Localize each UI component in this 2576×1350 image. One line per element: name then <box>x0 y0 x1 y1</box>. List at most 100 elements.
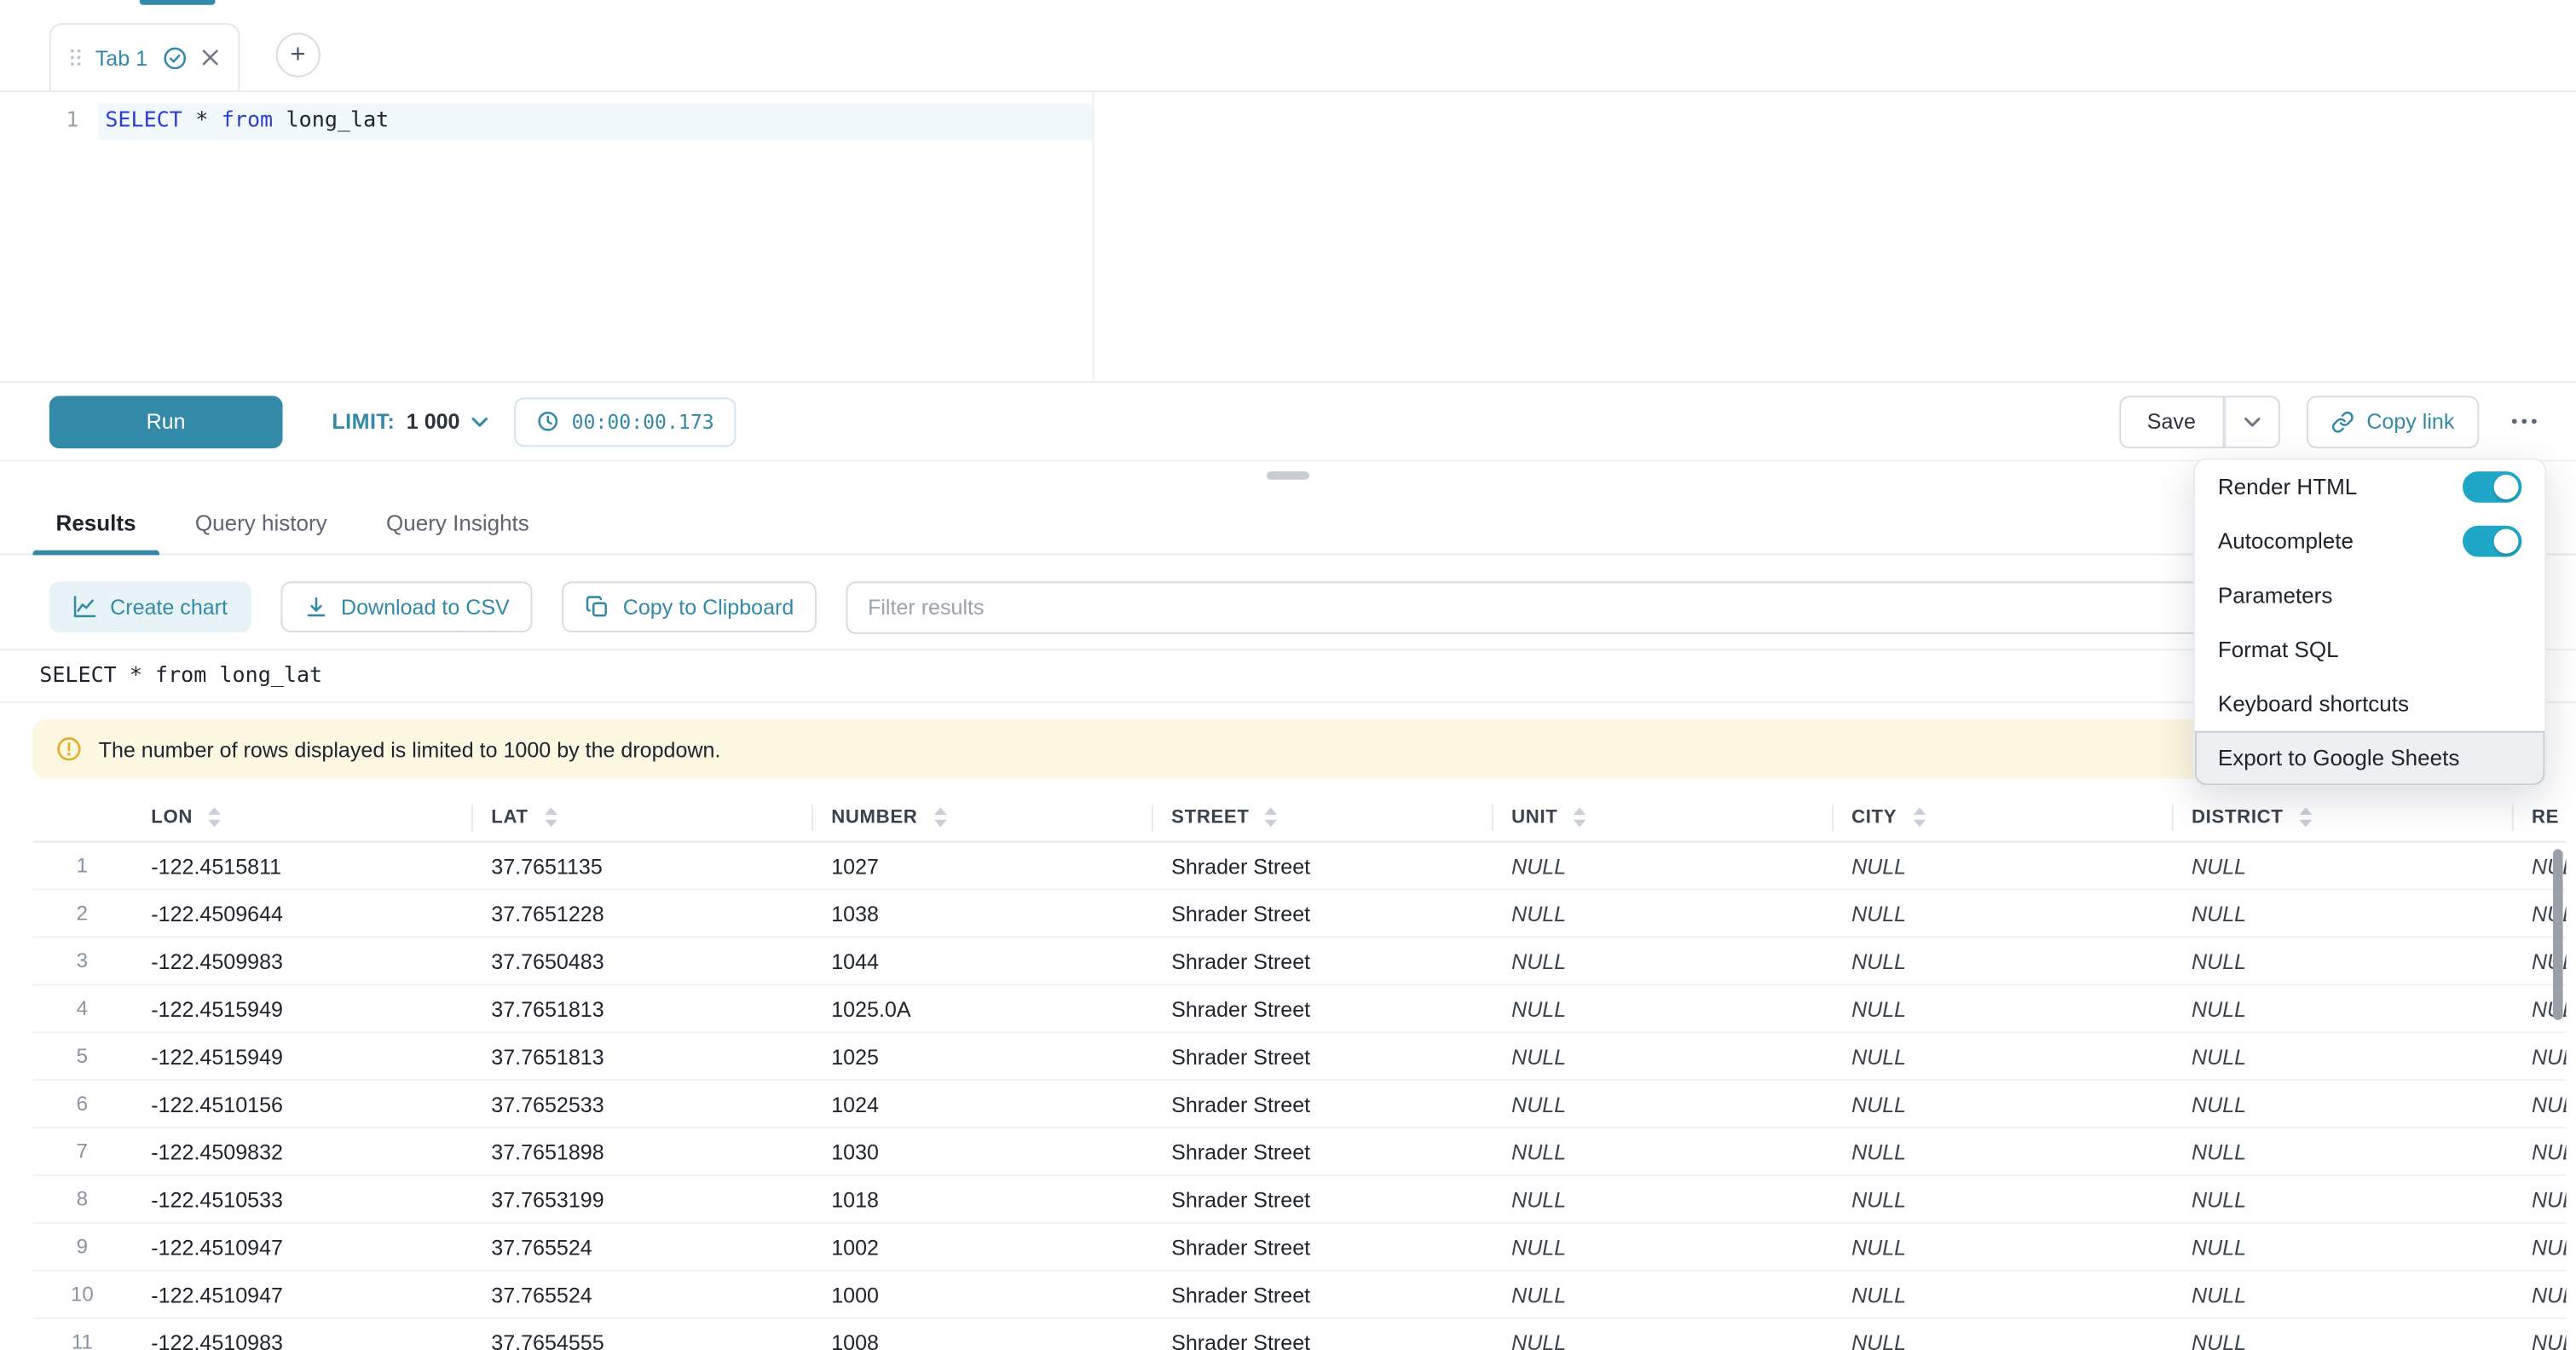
column-header-district[interactable]: DISTRICT <box>2172 793 2512 841</box>
table-row[interactable]: 1-122.451581137.76511351027Shrader Stree… <box>33 843 2567 891</box>
column-header-number[interactable]: NUMBER <box>811 793 1152 841</box>
menu-item-label: Format SQL <box>2218 638 2339 662</box>
add-tab-button[interactable]: + <box>275 33 320 78</box>
toggle-switch-on[interactable] <box>2463 526 2521 557</box>
row-number: 3 <box>33 949 132 972</box>
column-header-lon[interactable]: LON <box>131 793 471 841</box>
menu-item-render-html[interactable]: Render HTML <box>2195 460 2545 515</box>
options-menu: Render HTML Autocomplete Parameters Format … <box>2193 459 2546 787</box>
table-cell: 37.7654555 <box>471 1330 811 1350</box>
menu-item-label: Parameters <box>2218 583 2332 608</box>
column-header-unit[interactable]: UNIT <box>1492 793 1832 841</box>
query-toolbar: Run LIMIT: 1 000 00:00:00.173 Save <box>0 383 2576 462</box>
column-label: LAT <box>491 807 528 827</box>
table-row[interactable]: 10-122.451094737.7655241000Shrader Stree… <box>33 1272 2567 1319</box>
tab-query-insights[interactable]: Query Insights <box>363 491 552 553</box>
column-label: DISTRICT <box>2192 807 2284 827</box>
table-cell: NULL <box>1492 853 1832 878</box>
sql-code-editor[interactable]: 1 SELECT * from long_lat <box>0 92 2576 383</box>
column-header-street[interactable]: STREET <box>1152 793 1492 841</box>
table-cell: NULL <box>2512 1330 2567 1350</box>
create-chart-button[interactable]: Create chart <box>49 581 251 632</box>
menu-item-format-sql[interactable]: Format SQL <box>2195 622 2545 677</box>
table-cell: -122.4515949 <box>131 1044 471 1069</box>
column-header-lat[interactable]: LAT <box>471 793 811 841</box>
table-cell: NULL <box>1832 949 2172 973</box>
table-cell: NULL <box>1832 1139 2172 1164</box>
table-cell: Shrader Street <box>1152 901 1492 926</box>
table-row[interactable]: 11-122.451098337.76545551008Shrader Stre… <box>33 1319 2567 1350</box>
table-cell: 37.7653199 <box>471 1186 811 1211</box>
table-cell: NULL <box>2172 949 2512 973</box>
table-cell: 37.765524 <box>471 1234 811 1259</box>
row-number: 6 <box>33 1093 132 1116</box>
table-row[interactable]: 4-122.451594937.76518131025.0AShrader St… <box>33 985 2567 1033</box>
table-cell: NULL <box>1832 1282 2172 1307</box>
row-number: 1 <box>33 854 132 877</box>
more-options-button[interactable] <box>2505 409 2543 434</box>
close-tab-icon[interactable] <box>202 49 218 66</box>
table-row[interactable]: 9-122.451094737.7655241002Shrader Street… <box>33 1224 2567 1272</box>
menu-item-autocomplete[interactable]: Autocomplete <box>2195 514 2545 568</box>
menu-item-export-to-google-sheets[interactable]: Export to Google Sheets <box>2195 731 2545 786</box>
row-number: 7 <box>33 1140 132 1163</box>
download-csv-button[interactable]: Download to CSV <box>280 581 533 632</box>
table-cell: 37.7651813 <box>471 1044 811 1069</box>
copy-link-button[interactable]: Copy link <box>2306 395 2479 448</box>
table-cell: 1000 <box>811 1282 1152 1307</box>
table-cell: NULL <box>1492 1139 1832 1164</box>
limit-dropdown[interactable]: LIMIT: 1 000 <box>332 409 488 434</box>
table-cell: 37.7651135 <box>471 853 811 878</box>
limit-label: LIMIT: <box>332 409 395 434</box>
copy-clipboard-button[interactable]: Copy to Clipboard <box>562 581 817 632</box>
column-label: LON <box>151 807 193 827</box>
table-cell: 1038 <box>811 901 1152 926</box>
download-csv-label: Download to CSV <box>341 595 510 620</box>
table-cell: NULL <box>1492 1282 1832 1307</box>
panel-splitter <box>0 462 2576 492</box>
tab-query-history[interactable]: Query history <box>172 491 350 553</box>
toggle-switch-on[interactable] <box>2463 471 2521 503</box>
toggle-knob <box>2494 475 2519 499</box>
table-cell: 37.7651813 <box>471 996 811 1021</box>
save-dropdown-button[interactable] <box>2224 395 2280 448</box>
table-cell: NULL <box>1832 1186 2172 1211</box>
table-row[interactable]: 5-122.451594937.76518131025Shrader Stree… <box>33 1033 2567 1081</box>
table-cell: Shrader Street <box>1152 1186 1492 1211</box>
table-cell: NULL <box>2172 1092 2512 1116</box>
link-icon <box>2331 410 2354 433</box>
table-row[interactable]: 7-122.450983237.76518981030Shrader Stree… <box>33 1128 2567 1176</box>
table-cell: NULL <box>1832 853 2172 878</box>
splitter-drag-handle[interactable] <box>1267 471 1309 480</box>
table-row[interactable]: 8-122.451053337.76531991018Shrader Stree… <box>33 1176 2567 1224</box>
editor-tab-bar: Tab 1 + <box>0 0 2576 92</box>
column-label: STREET <box>1171 807 1249 827</box>
run-button[interactable]: Run <box>49 395 283 448</box>
query-tab[interactable]: Tab 1 <box>49 23 240 90</box>
menu-item-keyboard-shortcuts[interactable]: Keyboard shortcuts <box>2195 677 2545 731</box>
table-cell: 1025.0A <box>811 996 1152 1021</box>
menu-item-parameters[interactable]: Parameters <box>2195 568 2545 623</box>
column-header-re[interactable]: RE <box>2512 793 2567 841</box>
save-button[interactable]: Save <box>2119 395 2224 448</box>
query-preview-text: SELECT * from long_lat <box>39 664 322 689</box>
table-cell: Shrader Street <box>1152 1282 1492 1307</box>
table-cell: NULL <box>2172 1234 2512 1259</box>
column-header-city[interactable]: CITY <box>1832 793 2172 841</box>
table-row[interactable]: 6-122.451015637.76525331024Shrader Stree… <box>33 1081 2567 1128</box>
column-label: RE <box>2532 807 2559 827</box>
save-split-button: Save <box>2119 395 2279 448</box>
table-row[interactable]: 3-122.450998337.76504831044Shrader Stree… <box>33 938 2567 985</box>
tab-results[interactable]: Results <box>33 491 159 553</box>
plus-icon: + <box>290 42 305 68</box>
row-number: 5 <box>33 1045 132 1068</box>
code-line: SELECT * from long_lat <box>105 108 389 133</box>
results-tab-bar: Results Query history Query Insights <box>0 491 2576 555</box>
copy-clipboard-label: Copy to Clipboard <box>623 595 794 620</box>
menu-item-label: Render HTML <box>2218 475 2357 499</box>
drag-grip-icon[interactable] <box>71 49 81 66</box>
row-number: 2 <box>33 902 132 925</box>
table-row[interactable]: 2-122.450964437.76512281038Shrader Stree… <box>33 891 2567 938</box>
results-action-bar: Create chart Download to CSV Copy to Cli… <box>0 555 2576 649</box>
table-scrollbar[interactable] <box>2553 849 2563 1019</box>
